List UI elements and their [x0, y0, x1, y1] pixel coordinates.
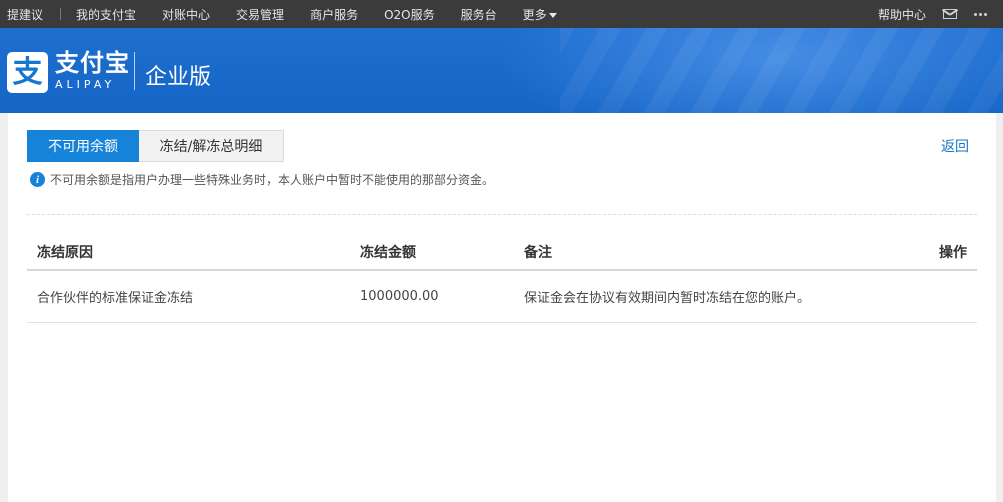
brand-name-en: ALIPAY	[55, 78, 116, 91]
nav-my-alipay[interactable]: 我的支付宝	[76, 6, 136, 23]
alipay-logo-icon[interactable]: 支	[7, 52, 48, 93]
nav-more-label: 更多	[522, 7, 547, 22]
nav-separator	[60, 8, 62, 20]
logo-divider	[134, 52, 135, 90]
col-header-amount: 冻结金额	[360, 245, 416, 261]
help-center-link[interactable]: 帮助中心	[878, 6, 926, 23]
col-header-action: 操作	[939, 245, 967, 261]
col-header-reason: 冻结原因	[37, 245, 93, 261]
dashed-divider	[27, 214, 977, 215]
main-panel: 不可用余额 冻结/解冻总明细 返回 i 不可用余额是指用户办理一些特殊业务时，本…	[8, 113, 996, 502]
back-link[interactable]: 返回	[941, 136, 969, 156]
nav-reconciliation[interactable]: 对账中心	[162, 6, 210, 23]
table-header: 冻结原因 冻结金额 备注 操作	[27, 235, 977, 271]
nav-service-desk[interactable]: 服务台	[461, 6, 497, 23]
nav-merchant-services[interactable]: 商户服务	[310, 6, 358, 23]
mail-icon[interactable]	[943, 9, 957, 19]
brand-name-cn: 支付宝	[55, 49, 130, 77]
hint-message: i 不可用余额是指用户办理一些特殊业务时，本人账户中暂时不能使用的那部分资金。	[30, 171, 494, 188]
hint-text: 不可用余额是指用户办理一些特殊业务时，本人账户中暂时不能使用的那部分资金。	[50, 173, 495, 187]
nav-more[interactable]: 更多	[523, 6, 557, 23]
cell-reason: 合作伙伴的标准保证金冻结	[37, 291, 194, 306]
tab-freeze-details[interactable]: 冻结/解冻总明细	[139, 130, 284, 162]
top-nav-right: 帮助中心	[878, 0, 1003, 28]
more-dots-icon[interactable]	[974, 12, 987, 16]
table-row: 合作伙伴的标准保证金冻结 1000000.00 保证金会在协议有效期间内暂时冻结…	[27, 271, 977, 323]
cell-note: 保证金会在协议有效期间内暂时冻结在您的账户。	[524, 291, 811, 306]
tab-unavailable-balance[interactable]: 不可用余额	[27, 130, 139, 162]
freeze-table: 冻结原因 冻结金额 备注 操作 合作伙伴的标准保证金冻结 1000000.00 …	[27, 235, 977, 323]
suggest-link[interactable]: 提建议	[7, 6, 43, 23]
top-nav-bar: 提建议 我的支付宝 对账中心 交易管理 商户服务 O2O服务 服务台 更多 帮助…	[0, 0, 1003, 28]
nav-transactions[interactable]: 交易管理	[236, 6, 284, 23]
cell-amount: 1000000.00	[360, 289, 439, 304]
col-header-note: 备注	[524, 245, 552, 261]
header-banner: 支 支付宝 ALIPAY 企业版	[0, 28, 1003, 113]
nav-o2o-services[interactable]: O2O服务	[384, 6, 435, 23]
caret-down-icon	[548, 12, 557, 18]
edition-label: 企业版	[145, 65, 212, 90]
info-icon: i	[30, 172, 45, 187]
top-nav-left: 提建议 我的支付宝 对账中心 交易管理 商户服务 O2O服务 服务台 更多	[7, 0, 583, 28]
alipay-logo-text[interactable]: 支付宝 ALIPAY	[55, 50, 130, 92]
